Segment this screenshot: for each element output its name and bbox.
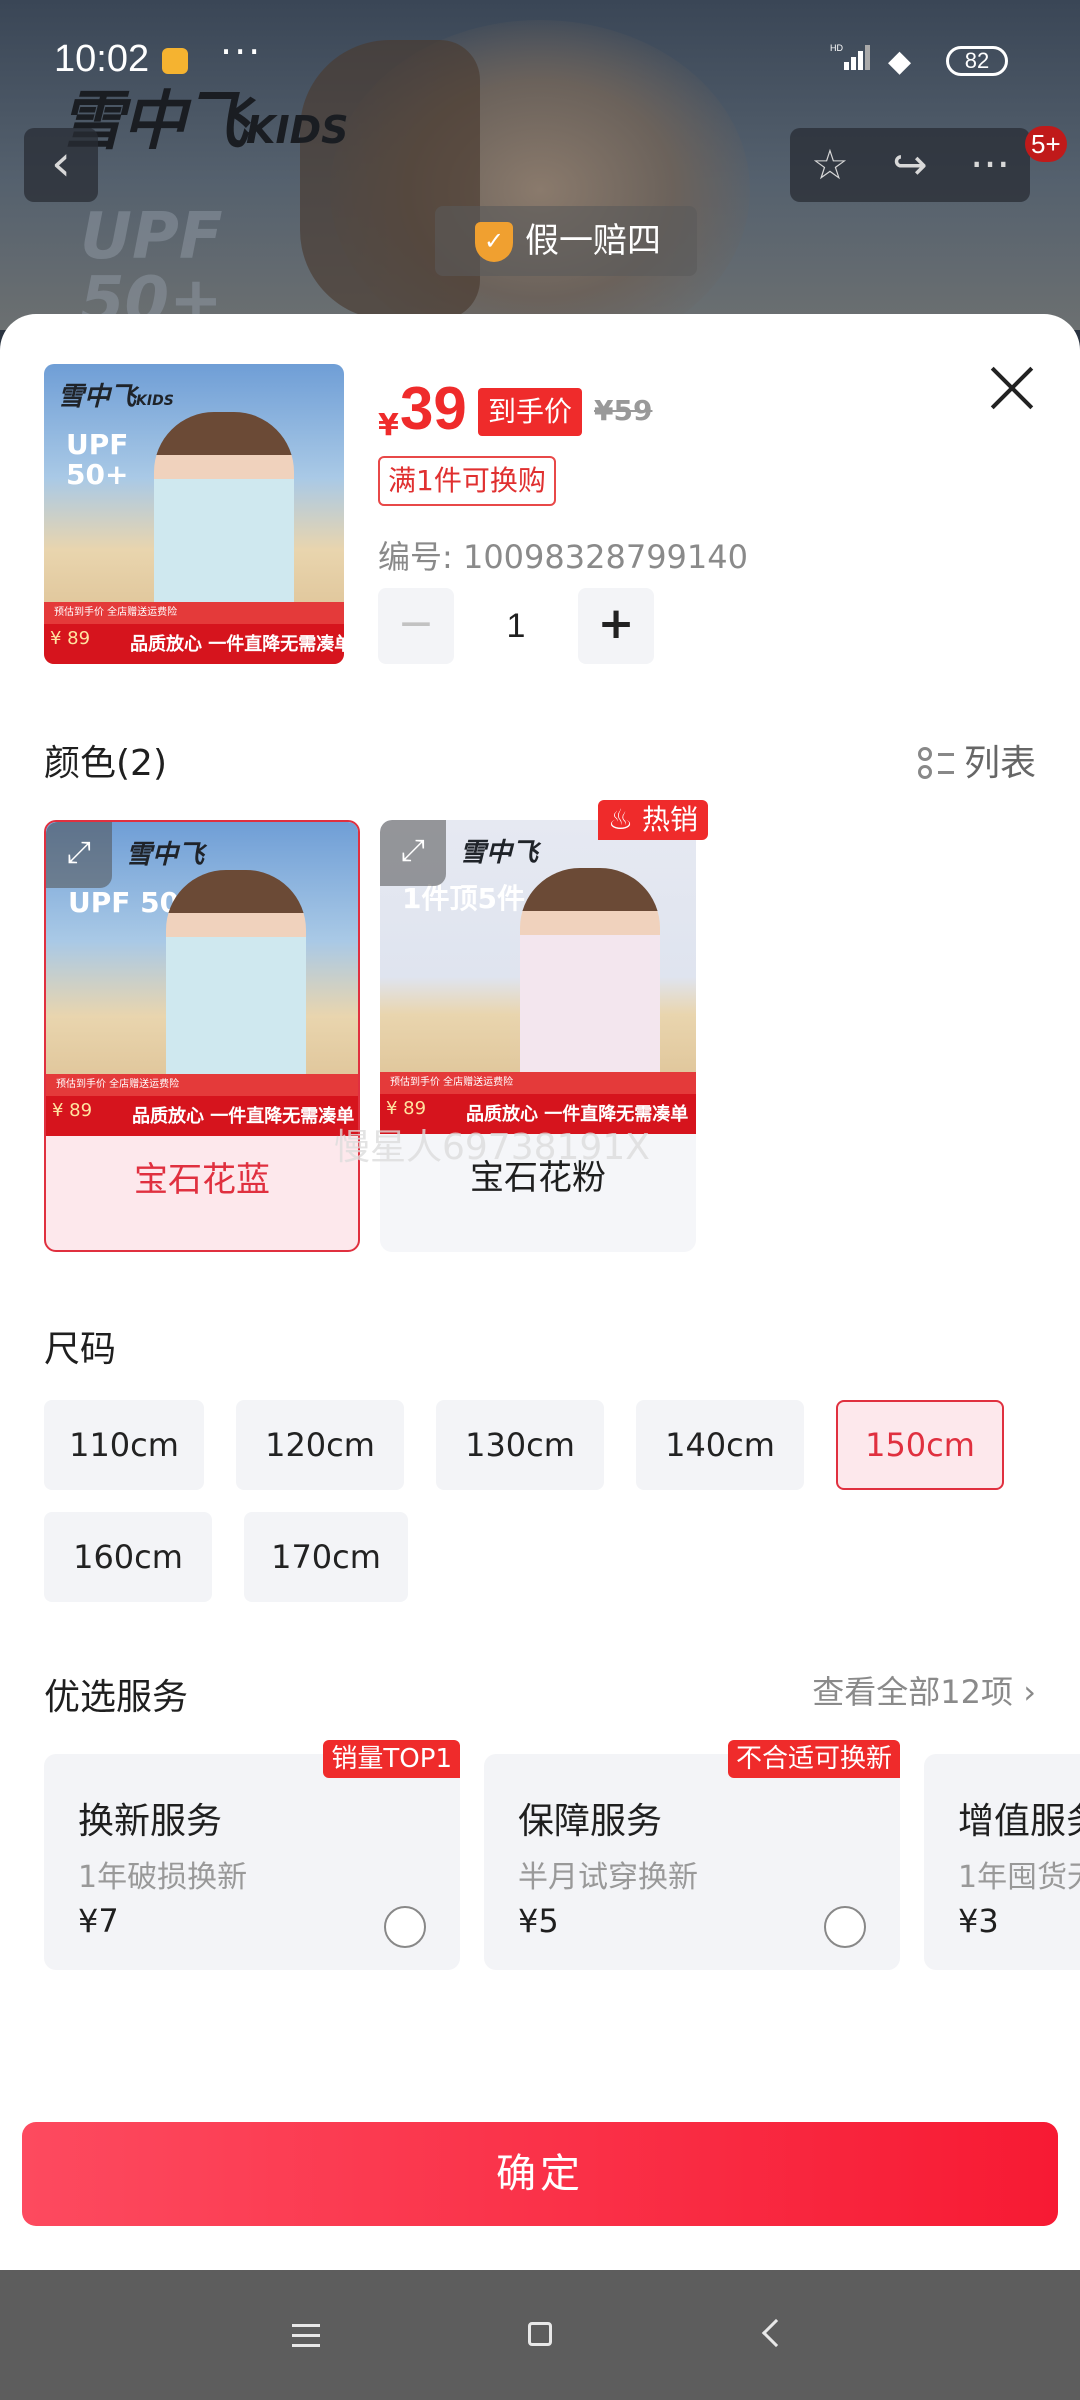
service-price: ¥3 (958, 1902, 999, 1940)
status-bar: 10:02 ··· HD ◆ 82 (0, 0, 1080, 120)
hot-sale-badge: ♨ 热销 (598, 800, 709, 840)
price-currency: ¥ (378, 408, 399, 443)
list-icon (917, 745, 954, 781)
price-value: 39 (400, 375, 467, 442)
thumbnail-promo-bar: 预估到手价 全店赠送运费险 ¥ 89 品质放心 一件直降无需凑单 (44, 602, 344, 664)
list-view-toggle[interactable]: 列表 (917, 734, 1036, 786)
color-section-title: 颜色(2) (44, 743, 167, 784)
service-card-protection[interactable]: 不合适可换新 保障服务 半月试穿换新 ¥5 (484, 1740, 900, 1970)
service-desc: 半月试穿换新 (518, 1860, 698, 1895)
fire-icon: ♨ (608, 803, 634, 836)
guarantee-label: 假一赔四 (525, 221, 661, 261)
status-time: 10:02 (54, 38, 150, 80)
wifi-icon: ◆ (888, 44, 912, 79)
service-radio[interactable] (824, 1906, 866, 1948)
service-price: ¥5 (518, 1902, 559, 1940)
service-card-value-added[interactable]: 增值服务 1年囤货无忧 ¥3 (924, 1754, 1080, 1970)
product-thumbnail[interactable]: 雪中飞KIDS UPF 50+ 预估到手价 全店赠送运费险 ¥ 89 品质放心 一… (44, 364, 344, 664)
back-button[interactable]: ‹ (24, 128, 98, 202)
service-radio[interactable] (384, 1906, 426, 1948)
more-icon[interactable]: ··· (950, 128, 1030, 202)
service-name: 增值服务 (958, 1801, 1080, 1842)
service-price: ¥7 (78, 1902, 119, 1940)
size-option-selected[interactable]: 150cm (836, 1400, 1004, 1490)
service-name: 保障服务 (518, 1801, 663, 1842)
color-option-pink[interactable]: 雪中飞 1件顶5件 预估到手价 全店赠送运费险 ¥ 89 品质放心 一件直降无需… (380, 820, 696, 1252)
shield-check-icon: ✓ (475, 222, 513, 262)
thumbnail-upf: UPF 50+ (66, 428, 129, 491)
system-nav-bar (0, 2270, 1080, 2400)
zoom-icon[interactable]: ⤢ (380, 820, 446, 886)
color-label: 宝石花蓝 (134, 1160, 270, 1200)
service-desc: 1年囤货无忧 (958, 1860, 1080, 1895)
quantity-value[interactable]: 1 (454, 588, 578, 664)
service-tag: 不合适可换新 (727, 1740, 900, 1778)
size-section-title: 尺码 (44, 1329, 117, 1370)
watermark: 慢星人69738191X (334, 1127, 650, 1168)
sku-selector-sheet: 雪中飞KIDS UPF 50+ 预估到手价 全店赠送运费险 ¥ 89 品质放心 一… (0, 314, 1080, 2270)
share-icon[interactable]: ↪ (870, 128, 950, 202)
size-option[interactable]: 140cm (636, 1400, 804, 1490)
confirm-button[interactable]: 确定 (22, 2122, 1058, 2226)
thumbnail-brand: 雪中飞KIDS (58, 382, 174, 412)
service-desc: 1年破损换新 (78, 1860, 248, 1895)
status-more-icon: ··· (220, 30, 263, 74)
service-name: 换新服务 (78, 1801, 223, 1842)
zoom-icon[interactable]: ⤢ (46, 822, 112, 888)
color-option-blue[interactable]: 雪中飞 UPF 50+ 预估到手价 全店赠送运费险 ¥ 89 品质放心 一件直降… (44, 820, 360, 1252)
home-icon[interactable] (506, 2300, 576, 2370)
svg-text:HD: HD (830, 43, 843, 53)
size-option[interactable]: 120cm (236, 1400, 404, 1490)
size-option[interactable]: 170cm (244, 1512, 408, 1602)
favorite-icon[interactable]: ☆ (790, 128, 870, 202)
increase-button[interactable]: + (578, 588, 654, 664)
sku-number: 编号: 10098328799140 (378, 538, 748, 576)
guarantee-badge[interactable]: ✓ 假一赔四 (435, 206, 697, 276)
size-option[interactable]: 130cm (436, 1400, 604, 1490)
decrease-button[interactable]: − (378, 588, 454, 664)
notification-app-icon (162, 48, 188, 74)
view-all-services-link[interactable]: 查看全部12项 › (812, 1667, 1036, 1713)
message-count-badge: 5+ (1025, 126, 1067, 162)
battery-icon: 82 (946, 46, 1008, 76)
signal-icon: HD (830, 43, 870, 70)
close-icon[interactable] (984, 360, 1040, 416)
size-option[interactable]: 160cm (44, 1512, 212, 1602)
menu-icon[interactable] (272, 2300, 342, 2370)
original-price: ¥59 (594, 394, 653, 427)
size-option[interactable]: 110cm (44, 1400, 204, 1490)
final-price-tag: 到手价 (478, 388, 583, 436)
banner-upf: UPF 50+ (80, 200, 223, 330)
service-card-renewal[interactable]: 销量TOP1 换新服务 1年破损换新 ¥7 (44, 1740, 460, 1970)
services-section-title: 优选服务 (44, 1677, 189, 1718)
top-actions: ☆ ↪ ··· (790, 128, 1030, 202)
quantity-stepper: − 1 + (378, 588, 658, 664)
exchange-tag: 满1件可换购 (378, 456, 556, 506)
nav-back-icon[interactable] (742, 2300, 812, 2370)
service-tag: 销量TOP1 (323, 1740, 460, 1778)
